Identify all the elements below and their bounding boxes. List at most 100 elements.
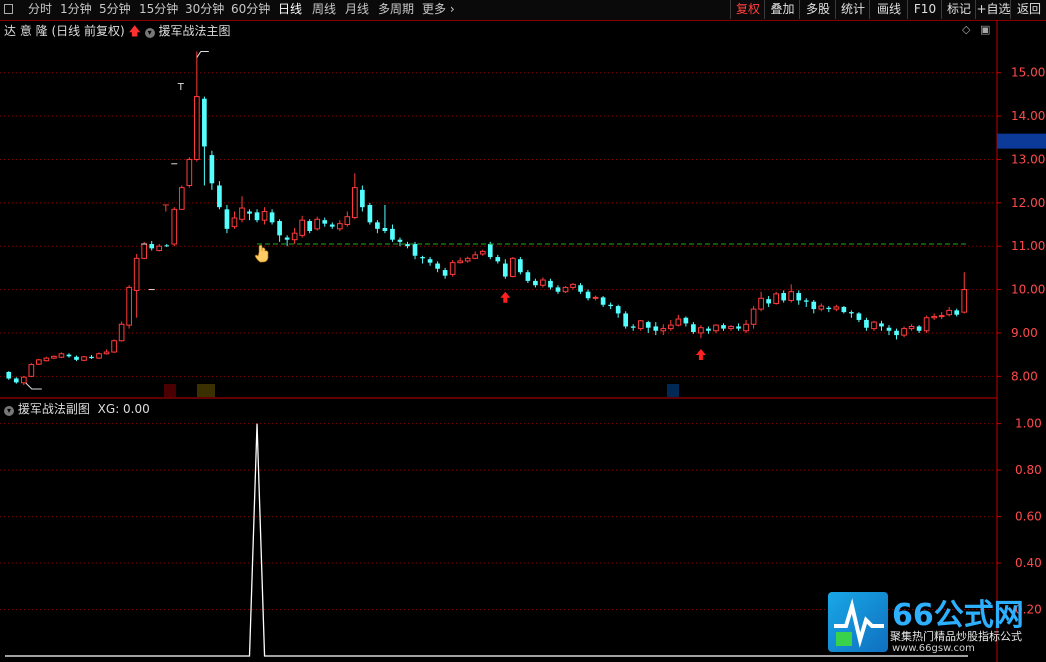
event-label-bg (197, 384, 215, 397)
candle-body (6, 371, 12, 379)
candle-body (171, 208, 178, 245)
candle-body (578, 285, 583, 292)
candle-body (284, 237, 290, 240)
price-tick-label: 13.00 (1011, 152, 1045, 166)
candle-body (435, 263, 440, 269)
candle-body (879, 323, 884, 327)
candle-body (382, 227, 388, 232)
candle-body (269, 212, 275, 223)
candle-body (667, 324, 674, 330)
candle-body (901, 328, 907, 336)
chart-canvas[interactable]: TT 8.009.0010.0011.0012.0013.0014.0015.0… (0, 0, 1046, 662)
candle-body (660, 328, 667, 332)
candle-body (548, 280, 553, 288)
candle-body (637, 320, 644, 330)
up-arrow-icon (500, 291, 511, 303)
candle-body (630, 326, 636, 328)
candle-body (645, 322, 651, 328)
event-label-bg (164, 384, 176, 397)
candle-body (277, 221, 282, 236)
candle-body (818, 305, 825, 310)
candle-body (291, 232, 298, 241)
main-price-axis: 8.00 9.00 10.00 11.00 12.00 13.00 14.00 15.00 (997, 66, 1046, 383)
candle-body (938, 315, 945, 318)
indicator-tick-label: 0.60 (1015, 510, 1042, 524)
candle-body (344, 216, 351, 226)
candle-body (585, 291, 591, 299)
candle-body (615, 306, 621, 314)
candle-body (20, 376, 27, 384)
candle-body (412, 244, 418, 256)
candle-body (608, 304, 613, 307)
candle-body (247, 211, 252, 214)
candle-body (570, 283, 576, 288)
price-tick-label: 9.00 (1011, 326, 1038, 340)
candle-body (706, 328, 711, 331)
price-tick-label: 14.00 (1011, 109, 1045, 123)
candle-body (442, 270, 448, 276)
candle-body (653, 326, 659, 331)
candle-body (141, 243, 148, 259)
candle-body (118, 323, 125, 342)
candle-body (954, 310, 960, 315)
candle-body (74, 356, 79, 360)
candle-body (336, 223, 343, 230)
candle-body (178, 187, 185, 210)
candle-body (886, 327, 892, 331)
candle-body (555, 287, 561, 292)
sub-indicator-axis: 0.200.400.600.801.00 (997, 417, 1042, 617)
candle-body (202, 98, 207, 147)
price-tick-label: 10.00 (1011, 283, 1045, 297)
candle-body (254, 212, 260, 221)
candle-body (683, 317, 689, 324)
candle-body (736, 326, 741, 329)
pulse-logo-icon (828, 592, 888, 652)
candle-body (103, 351, 110, 355)
site-watermark: 66公式网 聚集热门精品炒股指标公式 www.66gsw.com (826, 590, 1046, 662)
candle-body (946, 309, 953, 316)
candle-body (728, 325, 734, 330)
candle-body (307, 221, 313, 232)
candle-body (314, 218, 321, 230)
candle-body (540, 279, 546, 286)
price-tick-label: 15.00 (1011, 66, 1045, 80)
candle-body (479, 250, 486, 255)
candle-body (449, 262, 456, 275)
min-price-pointer (25, 382, 42, 390)
candle-body (713, 324, 719, 332)
trend-mark: T (162, 203, 170, 214)
candle-body (533, 280, 538, 286)
candle-body (217, 185, 222, 208)
candle-body (509, 257, 516, 278)
watermark-url: www.66gsw.com (892, 643, 975, 654)
candle-body (562, 286, 569, 293)
candle-body (871, 321, 877, 330)
candle-body (81, 356, 87, 361)
candle-body (961, 289, 968, 313)
candle-body (375, 222, 380, 229)
chart-grid (0, 20, 998, 662)
indicator-tick-label: 0.80 (1015, 463, 1042, 477)
candle-body (329, 224, 335, 227)
max-price-pointer (196, 50, 209, 58)
candle-body (811, 301, 817, 310)
candle-body (788, 291, 795, 301)
candle-body (721, 325, 726, 329)
candle-body (518, 259, 523, 273)
candle-body (841, 306, 847, 313)
trend-mark: T (177, 82, 185, 93)
event-label-bg (667, 384, 679, 397)
candle-body (231, 217, 238, 228)
candle-body (224, 209, 230, 229)
candle-body (698, 327, 704, 334)
candle-body (96, 353, 102, 359)
price-tick-label: 12.00 (1011, 196, 1045, 210)
candle-body (796, 293, 802, 301)
current-price-box (997, 133, 1046, 149)
candle-body (149, 244, 155, 249)
candle-body (420, 257, 425, 259)
candle-body (390, 228, 395, 240)
candle-body (261, 210, 268, 221)
candle-body (89, 356, 94, 359)
candle-body (675, 318, 682, 326)
